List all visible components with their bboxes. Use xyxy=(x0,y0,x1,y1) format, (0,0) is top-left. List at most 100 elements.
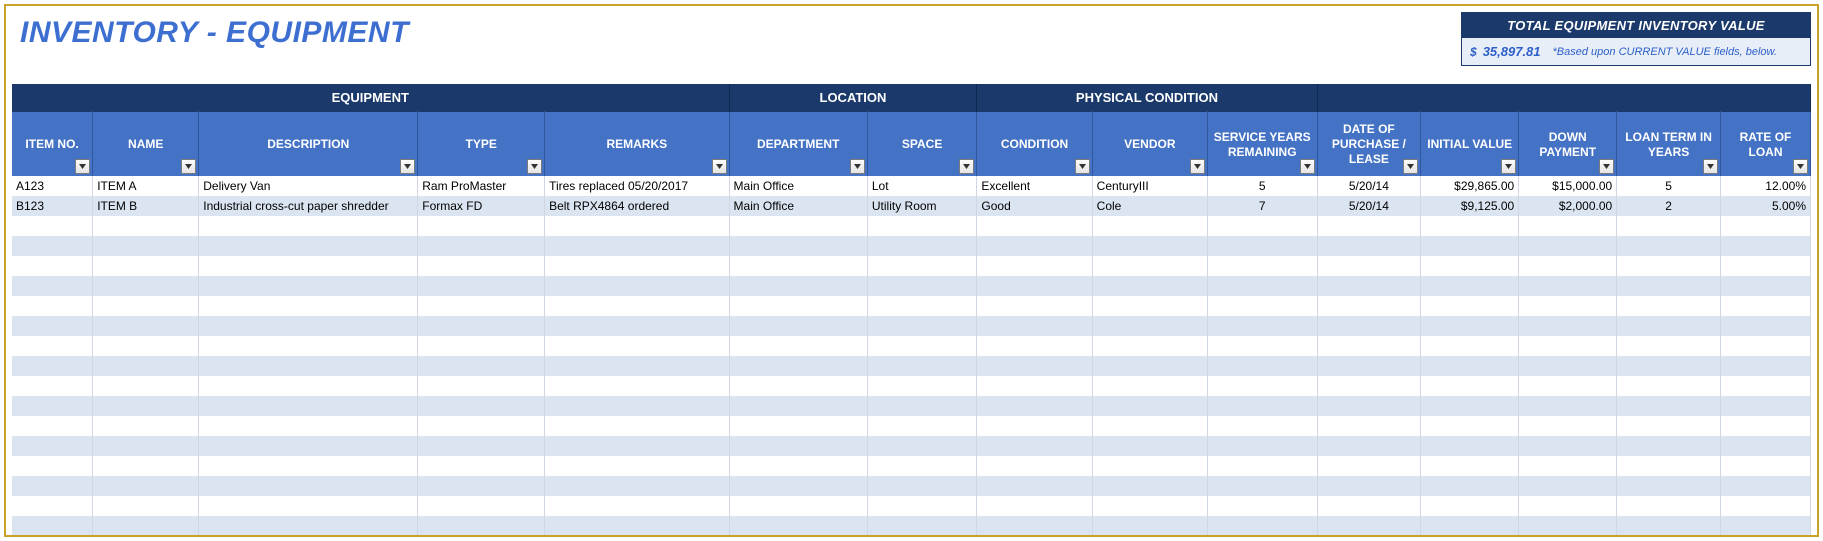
cell-empty[interactable] xyxy=(1720,316,1810,336)
cell-empty[interactable] xyxy=(93,456,199,476)
cell-empty[interactable] xyxy=(1207,396,1317,416)
cell-empty[interactable] xyxy=(1207,216,1317,236)
cell-empty[interactable] xyxy=(1617,356,1721,376)
cell-empty[interactable] xyxy=(867,416,977,436)
filter-down[interactable] xyxy=(1599,159,1614,174)
cell-empty[interactable] xyxy=(1317,336,1421,356)
cell-empty[interactable] xyxy=(1519,476,1617,496)
cell-empty[interactable] xyxy=(1092,356,1207,376)
cell-empty[interactable] xyxy=(12,296,93,316)
cell-empty[interactable] xyxy=(1317,416,1421,436)
cell-empty[interactable] xyxy=(199,476,418,496)
cell-empty[interactable] xyxy=(1519,416,1617,436)
cell-empty[interactable] xyxy=(1519,516,1617,536)
cell-rate[interactable]: 5.00% xyxy=(1720,196,1810,216)
cell-empty[interactable] xyxy=(1092,236,1207,256)
cell-empty[interactable] xyxy=(418,396,545,416)
cell-empty[interactable] xyxy=(977,416,1092,436)
cell-empty[interactable] xyxy=(1207,376,1317,396)
cell-empty[interactable] xyxy=(1317,296,1421,316)
cell-empty[interactable] xyxy=(418,256,545,276)
cell-empty[interactable] xyxy=(1421,296,1519,316)
cell-date[interactable]: 5/20/14 xyxy=(1317,176,1421,196)
cell-empty[interactable] xyxy=(867,316,977,336)
cell-empty[interactable] xyxy=(1720,236,1810,256)
cell-empty[interactable] xyxy=(545,436,729,456)
cell-empty[interactable] xyxy=(418,476,545,496)
cell-empty[interactable] xyxy=(1207,336,1317,356)
cell-empty[interactable] xyxy=(1421,256,1519,276)
filter-dept[interactable] xyxy=(850,159,865,174)
cell-empty[interactable] xyxy=(1317,356,1421,376)
cell-empty[interactable] xyxy=(1617,496,1721,516)
cell-desc[interactable]: Industrial cross-cut paper shredder xyxy=(199,196,418,216)
cell-empty[interactable] xyxy=(1207,276,1317,296)
cell-empty[interactable] xyxy=(199,496,418,516)
cell-empty[interactable] xyxy=(199,236,418,256)
cell-empty[interactable] xyxy=(545,476,729,496)
cell-empty[interactable] xyxy=(93,296,199,316)
cell-empty[interactable] xyxy=(93,336,199,356)
cell-empty[interactable] xyxy=(729,236,867,256)
cell-loanterm[interactable]: 2 xyxy=(1617,196,1721,216)
cell-empty[interactable] xyxy=(1617,456,1721,476)
cell-empty[interactable] xyxy=(1519,376,1617,396)
cell-space[interactable]: Lot xyxy=(867,176,977,196)
cell-vendor[interactable]: CenturyIII xyxy=(1092,176,1207,196)
cell-empty[interactable] xyxy=(545,296,729,316)
cell-empty[interactable] xyxy=(1317,256,1421,276)
cell-empty[interactable] xyxy=(1519,356,1617,376)
cell-empty[interactable] xyxy=(93,496,199,516)
cell-empty[interactable] xyxy=(93,376,199,396)
filter-svc[interactable] xyxy=(1300,159,1315,174)
cell-empty[interactable] xyxy=(867,516,977,536)
cell-empty[interactable] xyxy=(1720,416,1810,436)
cell-empty[interactable] xyxy=(12,216,93,236)
filter-itemno[interactable] xyxy=(75,159,90,174)
table-row-empty[interactable] xyxy=(12,236,1811,256)
cell-svc[interactable]: 7 xyxy=(1207,196,1317,216)
cell-empty[interactable] xyxy=(1317,316,1421,336)
cell-empty[interactable] xyxy=(1207,236,1317,256)
cell-empty[interactable] xyxy=(729,496,867,516)
filter-rate[interactable] xyxy=(1793,159,1808,174)
cell-empty[interactable] xyxy=(418,276,545,296)
cell-empty[interactable] xyxy=(418,416,545,436)
cell-empty[interactable] xyxy=(1092,276,1207,296)
cell-empty[interactable] xyxy=(1421,476,1519,496)
cell-empty[interactable] xyxy=(867,436,977,456)
cell-empty[interactable] xyxy=(977,436,1092,456)
cell-empty[interactable] xyxy=(1720,516,1810,536)
cell-empty[interactable] xyxy=(545,256,729,276)
cell-empty[interactable] xyxy=(12,396,93,416)
cell-empty[interactable] xyxy=(1617,476,1721,496)
cell-empty[interactable] xyxy=(1720,376,1810,396)
cell-empty[interactable] xyxy=(729,376,867,396)
cell-empty[interactable] xyxy=(418,376,545,396)
cell-empty[interactable] xyxy=(729,456,867,476)
cell-empty[interactable] xyxy=(867,296,977,316)
cell-loanterm[interactable]: 5 xyxy=(1617,176,1721,196)
cell-empty[interactable] xyxy=(1519,496,1617,516)
cell-empty[interactable] xyxy=(729,416,867,436)
cell-empty[interactable] xyxy=(199,356,418,376)
cell-empty[interactable] xyxy=(1519,396,1617,416)
cell-empty[interactable] xyxy=(12,376,93,396)
cell-empty[interactable] xyxy=(1207,296,1317,316)
cell-empty[interactable] xyxy=(199,336,418,356)
cell-empty[interactable] xyxy=(1720,256,1810,276)
table-row-empty[interactable] xyxy=(12,376,1811,396)
cell-empty[interactable] xyxy=(199,416,418,436)
cell-empty[interactable] xyxy=(1421,496,1519,516)
cell-empty[interactable] xyxy=(1207,436,1317,456)
cell-empty[interactable] xyxy=(1207,316,1317,336)
cell-empty[interactable] xyxy=(977,476,1092,496)
cell-empty[interactable] xyxy=(1421,436,1519,456)
cell-empty[interactable] xyxy=(867,336,977,356)
table-row[interactable]: B123ITEM BIndustrial cross-cut paper shr… xyxy=(12,196,1811,216)
table-row-empty[interactable] xyxy=(12,516,1811,536)
table-row-empty[interactable] xyxy=(12,476,1811,496)
cell-empty[interactable] xyxy=(1207,356,1317,376)
table-row-empty[interactable] xyxy=(12,356,1811,376)
cell-empty[interactable] xyxy=(729,356,867,376)
